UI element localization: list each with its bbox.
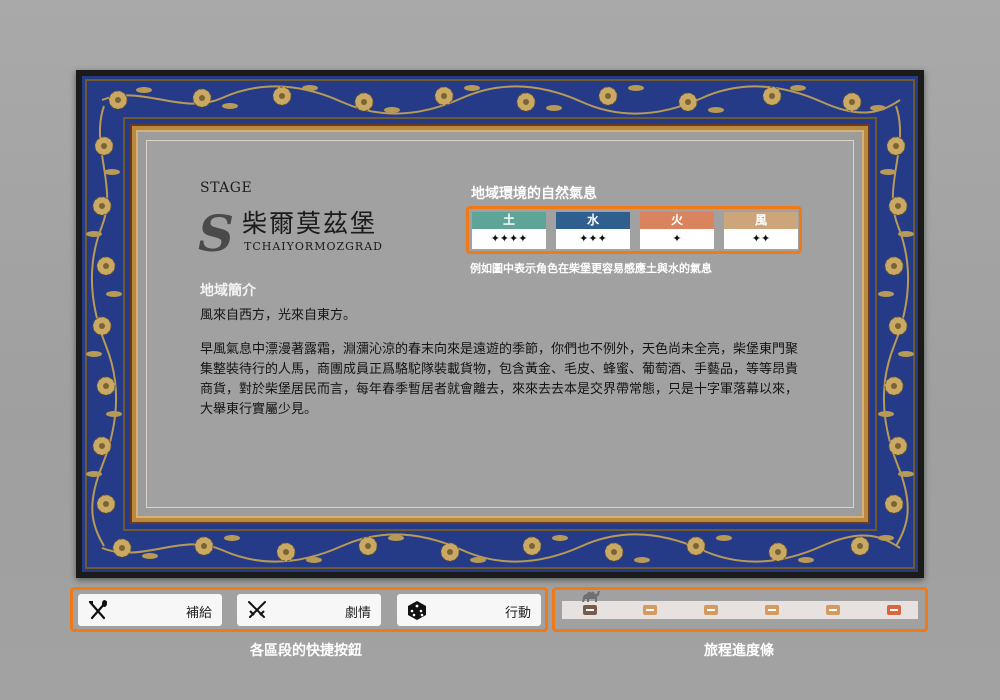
supply-button-label: 補給 <box>185 606 212 621</box>
element-wind-stars: ✦✦ <box>724 229 798 249</box>
element-fire-name: 火 <box>640 212 714 229</box>
stage-name: 柴爾莫茲堡 <box>242 209 378 238</box>
fork-knife-icon <box>88 600 108 620</box>
environment-title: 地域環境的自然氣息 <box>471 186 597 202</box>
environment-note: 例如圖中表示角色在柴堡更容易感應土與水的氣息 <box>470 262 712 275</box>
story-button-label: 劇情 <box>344 606 371 621</box>
progress-node-6[interactable] <box>887 605 901 615</box>
stage-name-roman: TCHAIYORMOZGRAD <box>244 240 383 253</box>
element-fire-stars: ✦ <box>640 229 714 249</box>
progress-node-4[interactable] <box>765 605 779 615</box>
element-earth: 土 ✦✦✦✦ <box>472 212 546 250</box>
progress-node-5[interactable] <box>826 605 840 615</box>
element-earth-name: 土 <box>472 212 546 229</box>
dice-icon <box>408 601 426 620</box>
element-fire: 火 ✦ <box>640 212 714 250</box>
element-wind: 風 ✦✦ <box>724 212 798 250</box>
action-button[interactable]: 行動 <box>397 594 541 626</box>
environment-table: 土 ✦✦✦✦ 水 ✦✦✦ 火 ✦ 風 ✦✦ <box>466 206 802 254</box>
action-button-label: 行動 <box>504 606 531 621</box>
intro-subtitle: 風來自西方，光來自東方。 <box>200 308 357 323</box>
progress-node-1[interactable] <box>583 605 597 615</box>
element-water-stars: ✦✦✦ <box>556 229 630 249</box>
story-button[interactable]: 劇情 <box>237 594 381 626</box>
element-water-name: 水 <box>556 212 630 229</box>
intro-title: 地域簡介 <box>200 283 256 299</box>
progress-node-3[interactable] <box>704 605 718 615</box>
progress-caption: 旅程進度條 <box>704 643 774 659</box>
journey-progress <box>552 587 928 632</box>
quick-buttons-caption: 各區段的快捷按鈕 <box>250 643 362 659</box>
stage-monogram: S <box>198 204 235 263</box>
supply-button[interactable]: 補給 <box>78 594 222 626</box>
progress-track <box>562 601 918 619</box>
camel-icon <box>582 591 600 602</box>
element-wind-name: 風 <box>724 212 798 229</box>
crossed-swords-icon <box>248 601 266 618</box>
progress-node-2[interactable] <box>643 605 657 615</box>
quick-button-bar: 補給 劇情 行動 <box>70 587 548 632</box>
intro-description: 早風氣息中漂漫著露霜，淵瀰沁涼的春末向來是遠遊的季節，你們也不例外，天色尚未全亮… <box>200 342 799 417</box>
stage-label: STAGE <box>200 180 253 196</box>
element-earth-stars: ✦✦✦✦ <box>472 229 546 249</box>
element-water: 水 ✦✦✦ <box>556 212 630 250</box>
